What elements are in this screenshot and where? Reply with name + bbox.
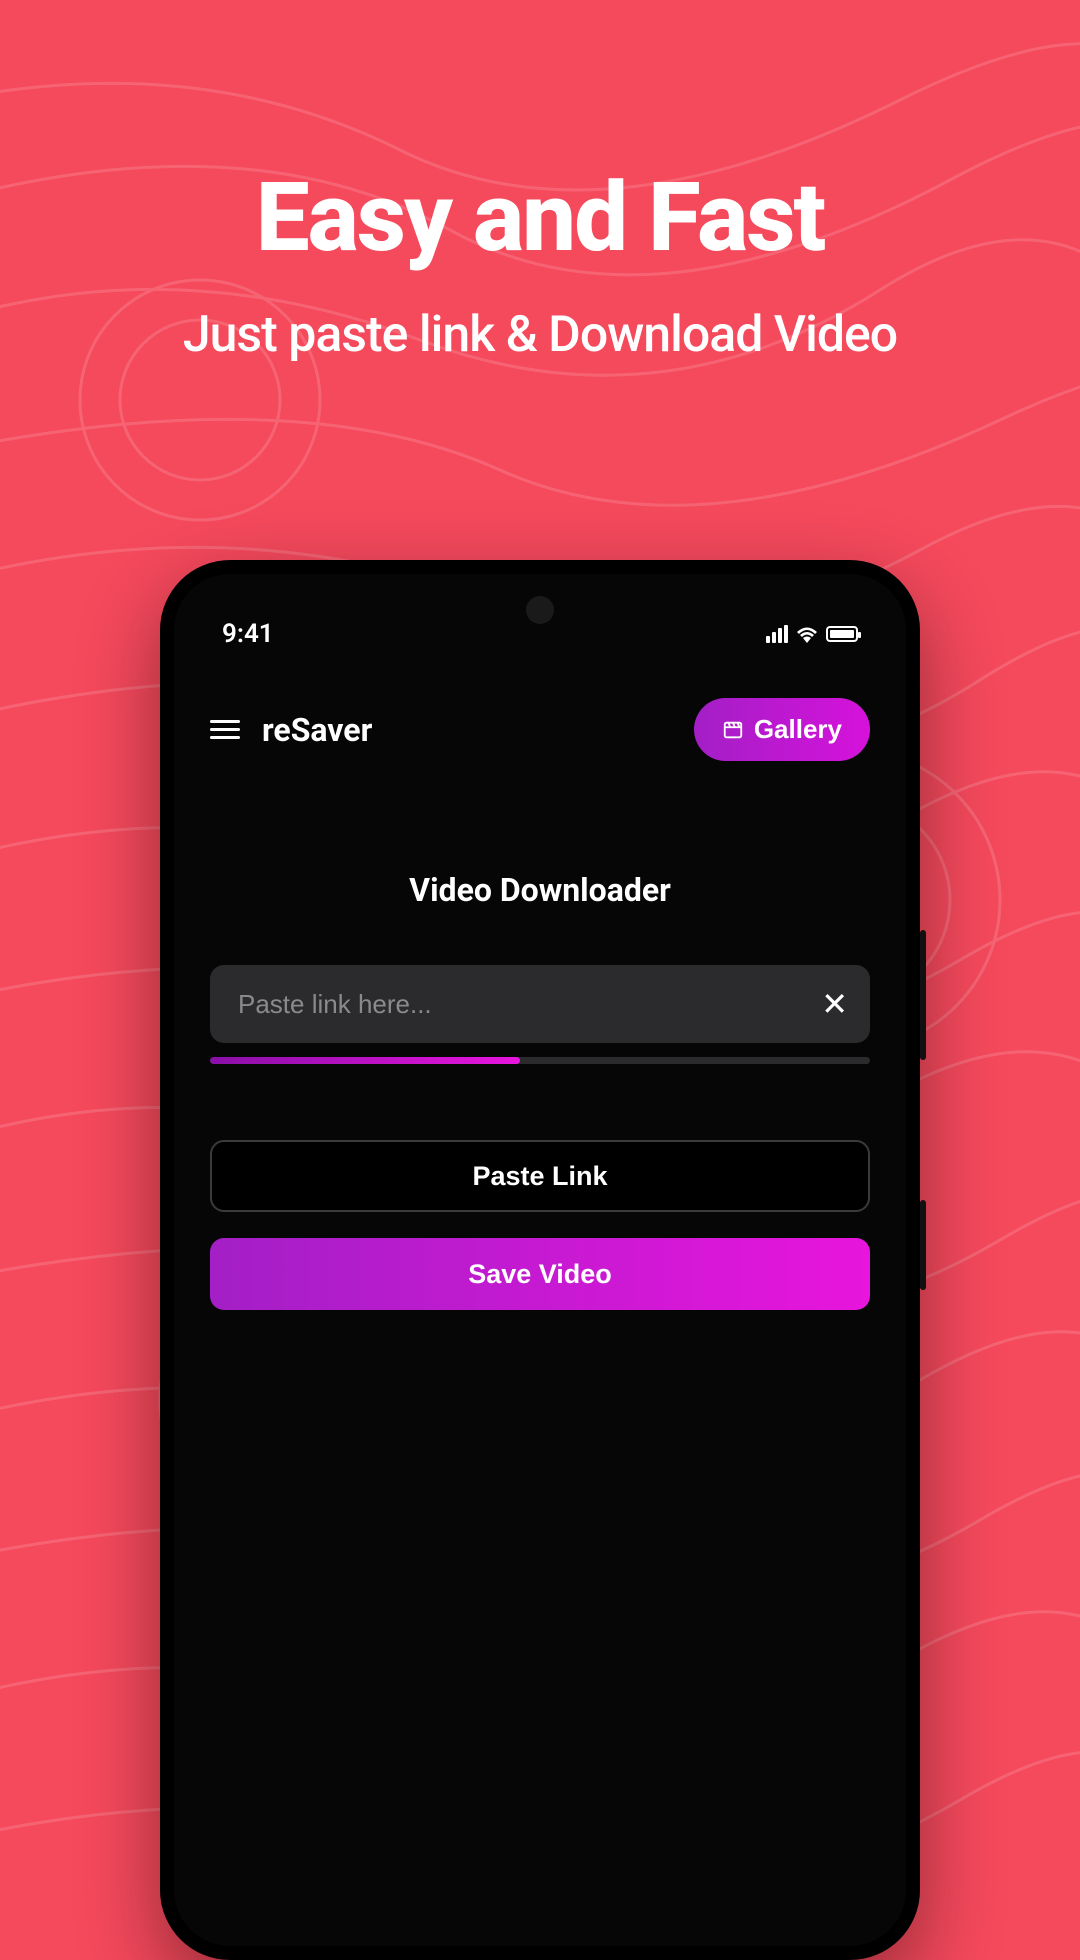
menu-icon[interactable] — [210, 720, 240, 739]
signal-icon — [766, 625, 788, 643]
app-name: reSaver — [262, 711, 372, 749]
phone-camera — [526, 596, 554, 624]
phone-side-button — [920, 1200, 926, 1290]
progress-bar — [210, 1057, 870, 1064]
save-video-button[interactable]: Save Video — [210, 1238, 870, 1310]
phone-side-button — [920, 930, 926, 1060]
paste-link-button[interactable]: Paste Link — [210, 1140, 870, 1212]
close-icon: ✕ — [821, 986, 848, 1022]
progress-fill — [210, 1057, 520, 1064]
link-input-container: ✕ — [210, 965, 870, 1043]
clear-button[interactable]: ✕ — [821, 988, 848, 1020]
wifi-icon — [796, 625, 818, 643]
section-title: Video Downloader — [210, 871, 870, 909]
app-bar: reSaver Gallery — [210, 698, 870, 761]
phone-mockup: 9:41 reSaver — [160, 560, 920, 1960]
hero-section: Easy and Fast Just paste link & Download… — [0, 170, 1080, 364]
hero-subtitle: Just paste link & Download Video — [0, 306, 1080, 364]
gallery-button[interactable]: Gallery — [694, 698, 870, 761]
status-icons — [766, 625, 870, 643]
status-time: 9:41 — [210, 619, 274, 649]
battery-icon — [826, 626, 858, 642]
gallery-label: Gallery — [754, 714, 842, 745]
link-input[interactable] — [210, 965, 870, 1043]
phone-screen: 9:41 reSaver — [174, 574, 906, 1946]
clapperboard-icon — [722, 719, 744, 741]
hero-title: Easy and Fast — [0, 170, 1080, 266]
